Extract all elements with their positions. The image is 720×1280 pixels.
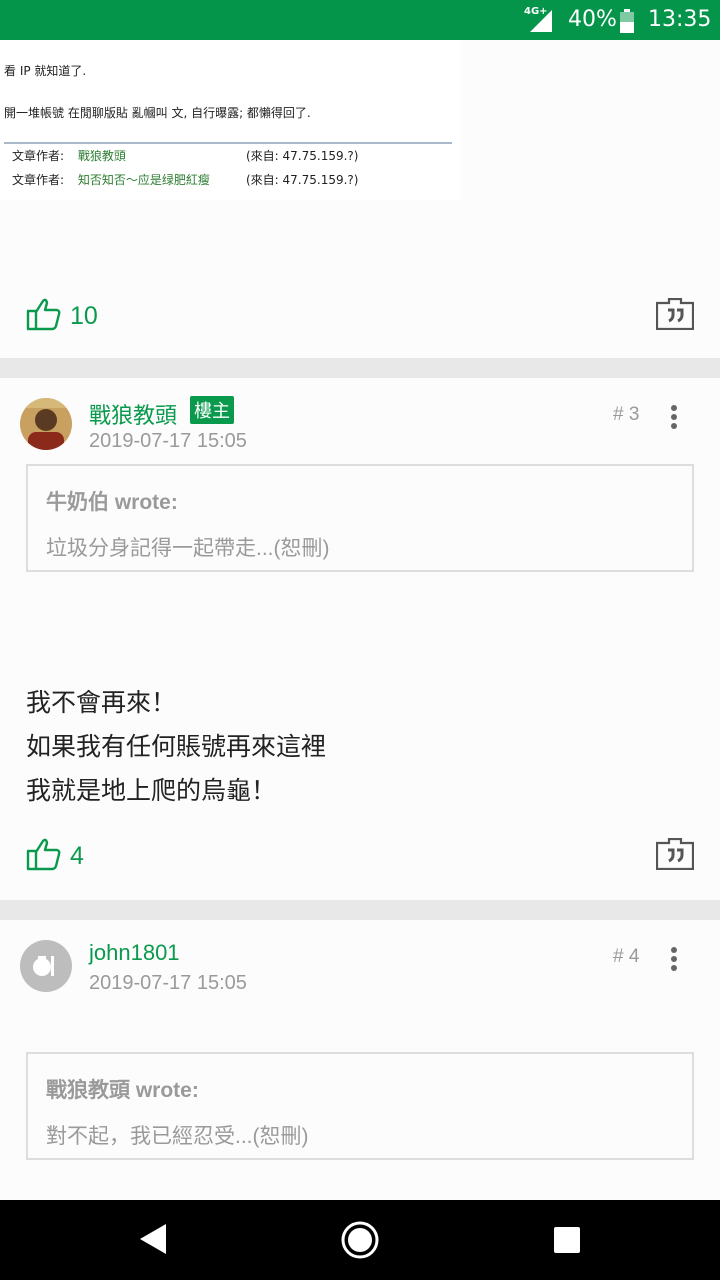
like-button[interactable]: 10 [26, 296, 98, 336]
post-body-line: 如果我有任何賬號再來這裡 [26, 732, 327, 761]
embedded-screenshot: 看 IP 就知道了. 開一堆帳號 在閒聊版貼 亂幗叫 文, 自行曝露; 都懶得回… [0, 40, 460, 200]
screenshot-author-label: 文章作者: [12, 173, 65, 187]
thumbs-up-icon [26, 837, 62, 875]
screenshot-author-name: 知否知否～应是绿肥紅瘦 [77, 173, 210, 187]
floor-number: # 3 [613, 404, 640, 425]
author-name[interactable]: john1801 [89, 940, 180, 966]
battery-percent: 40% [568, 7, 617, 32]
clock: 13:35 [648, 7, 712, 32]
quote-block: 戰狼教頭 wrote: 對不起，我已經忍受...(恕刪) [26, 1052, 694, 1160]
screenshot-divider [4, 142, 452, 144]
quote-header: 牛奶伯 wrote: [46, 491, 178, 514]
screenshot-author-ip: (來自: 47.75.159.?) [246, 173, 359, 187]
quote-text: 垃圾分身記得一起帶走...(恕刪) [46, 537, 330, 560]
op-badge: 樓主 [190, 396, 234, 424]
author-name[interactable]: 戰狼教頭 [89, 398, 177, 430]
floor-number: # 4 [613, 946, 640, 967]
more-vertical-icon[interactable] [664, 944, 684, 974]
quote-icon [655, 837, 695, 871]
post-3: 戰狼教頭 樓主 2019-07-17 15:05 # 3 牛奶伯 wrote: … [0, 378, 720, 900]
post-divider [0, 900, 720, 920]
screenshot-author-label: 文章作者: [12, 149, 65, 163]
screenshot-author-ip: (來自: 47.75.159.?) [246, 149, 359, 163]
avatar[interactable] [20, 940, 72, 992]
post-body-line: 我不會再來！ [26, 688, 177, 717]
like-button[interactable]: 4 [26, 836, 84, 876]
status-bar: 4G+ 40% 13:35 [0, 0, 720, 40]
home-icon[interactable] [340, 1220, 380, 1264]
signal-icon [530, 10, 554, 36]
quote-button[interactable] [655, 837, 695, 874]
post-body: 我不會再來！ 如果我有任何賬號再來這裡 我就是地上爬的烏龜！ [26, 681, 326, 813]
screenshot-text-line: 開一堆帳號 在閒聊版貼 亂幗叫 文, 自行曝露; 都懶得回了. [4, 106, 311, 120]
post-divider [0, 358, 720, 378]
post-timestamp: 2019-07-17 15:05 [89, 972, 247, 994]
battery-icon [620, 9, 634, 37]
recents-icon[interactable] [554, 1227, 580, 1253]
quote-button[interactable] [655, 297, 695, 334]
post-4: john1801 2019-07-17 15:05 # 4 戰狼教頭 wrote… [0, 920, 720, 1200]
post-timestamp: 2019-07-17 15:05 [89, 430, 247, 452]
navigation-bar [0, 1200, 720, 1280]
quote-icon [655, 297, 695, 331]
avatar[interactable] [20, 398, 72, 450]
post-actions: 4 [0, 836, 720, 886]
quote-text: 對不起，我已經忍受...(恕刪) [46, 1125, 309, 1148]
thumbs-up-icon [26, 297, 62, 335]
like-count: 4 [70, 841, 84, 870]
screenshot-text-line: 看 IP 就知道了. [4, 64, 87, 78]
post-actions: 10 [0, 296, 720, 346]
quote-header: 戰狼教頭 wrote: [46, 1079, 199, 1102]
post-body-line: 我就是地上爬的烏龜！ [26, 776, 277, 805]
screenshot-author-row: 文章作者: 戰狼教頭 (來自: 47.75.159.?) [12, 147, 358, 164]
screenshot-author-row: 文章作者: 知否知否～应是绿肥紅瘦 (來自: 47.75.159.?) [12, 171, 358, 188]
quote-block: 牛奶伯 wrote: 垃圾分身記得一起帶走...(恕刪) [26, 464, 694, 572]
like-count: 10 [70, 301, 98, 330]
back-icon[interactable] [138, 1222, 168, 1260]
screenshot-author-name: 戰狼教頭 [77, 149, 126, 163]
more-vertical-icon[interactable] [664, 402, 684, 432]
